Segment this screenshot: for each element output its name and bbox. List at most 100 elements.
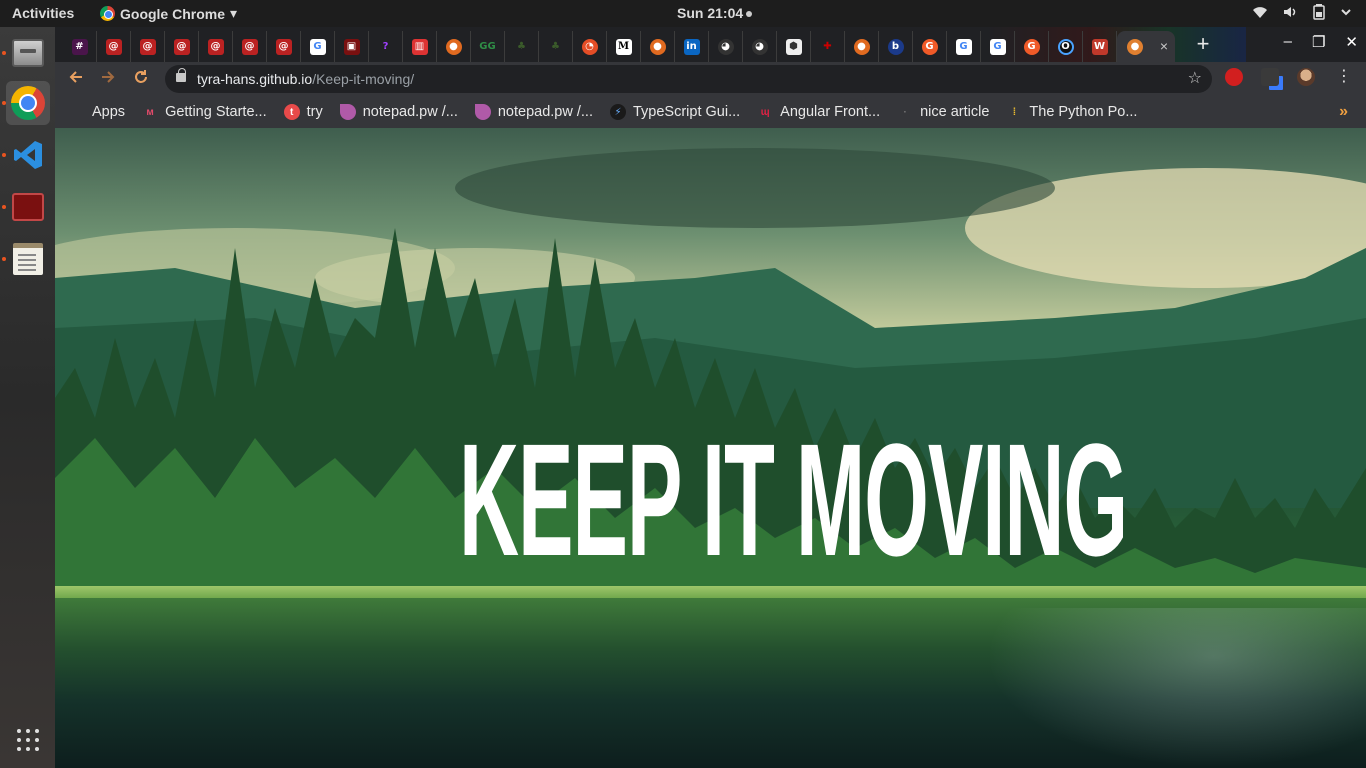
url-path: /Keep-it-moving/ [312,71,415,87]
back-button[interactable] [65,68,87,90]
dock-item-text-editor[interactable] [6,237,50,281]
tab[interactable]: @ [131,31,165,62]
tab[interactable]: ● [437,31,471,62]
tab[interactable]: M [607,31,641,62]
running-indicator [2,153,6,157]
bookmark-item[interactable]: t try [283,104,323,120]
extension-hand-icon[interactable] [1225,68,1243,86]
spiral-icon: @ [207,38,224,55]
tab-active[interactable]: ● × [1117,31,1175,62]
bookmark-item[interactable]: notepad.pw /... [339,104,458,120]
bookmarks-overflow-button[interactable]: » [1339,103,1348,121]
extensions-area [1225,68,1315,86]
chrome-menu-button[interactable]: ⋮ [1336,68,1352,86]
tab-list: # @ @ @ @ @ @ G ▣ ? ▥ ● GG ♣ ♣ ◔ M ● in … [63,31,1175,62]
tab[interactable]: ◔ [573,31,607,62]
dock-item-chrome[interactable] [6,81,50,125]
minimize-button[interactable]: ‒ [1284,33,1292,51]
show-applications-button[interactable] [6,718,50,762]
spiral-icon: @ [105,38,122,55]
text-editor-icon [13,243,43,275]
file-cabinet-icon [12,39,44,67]
tab[interactable]: @ [267,31,301,62]
address-bar[interactable]: tyra-hans.github.io/Keep-it-moving/ ☆ [165,65,1212,93]
hero-title: KEEP IT MOVING [459,410,1128,589]
google-icon: G [989,38,1006,55]
bookmark-item[interactable]: ⚡ TypeScript Gui... [609,104,740,120]
window-controls: ‒ ❐ ✕ [1284,33,1358,51]
system-tray[interactable] [1252,4,1352,20]
tab[interactable]: G [981,31,1015,62]
nx-logo-icon: ᴍ [146,106,154,118]
tab[interactable]: ? [369,31,403,62]
tab[interactable]: ◕ [709,31,743,62]
tab[interactable]: @ [97,31,131,62]
slack-icon: # [71,38,88,55]
tab[interactable]: GG [471,31,505,62]
globe-icon: ● [853,38,870,55]
bookmark-item[interactable]: ⁞ The Python Po... [1006,104,1138,120]
tab[interactable]: G [913,31,947,62]
dock-item-vscode[interactable] [6,133,50,177]
globe-icon: ● [649,38,666,55]
tab[interactable]: in [675,31,709,62]
running-indicator [2,205,6,209]
spiral-icon: @ [241,38,258,55]
tab[interactable]: G [301,31,335,62]
bookmark-item[interactable]: · nice article [897,104,989,120]
bookmark-item[interactable]: notepad.pw /... [474,104,593,120]
volume-icon [1284,7,1296,17]
compass-icon: ◔ [581,38,598,55]
tab[interactable]: W [1083,31,1117,62]
app-grid-icon [17,729,39,751]
google-icon: G [309,38,326,55]
bookmark-label: Apps [92,104,126,120]
bookmarks-bar: Apps ᴍ Getting Starte... t try notepad.p… [55,96,1366,128]
vscode-icon [14,141,42,169]
bookmark-label: notepad.pw /... [497,104,593,120]
bookmark-item[interactable]: ᴍ Getting Starte... [142,104,266,120]
activities-button[interactable]: Activities [12,5,74,21]
tab[interactable]: @ [233,31,267,62]
bookmark-item[interactable]: ɰ Angular Front... [757,104,880,120]
tab[interactable]: ◕ [743,31,777,62]
arrow-right-icon [102,71,115,83]
lake-reflection-image [986,608,1366,768]
linkedin-icon: in [683,38,700,55]
maximize-button[interactable]: ❐ [1312,33,1325,51]
close-icon[interactable]: × [1160,38,1168,54]
tab[interactable]: ● [845,31,879,62]
chrome-icon [11,86,45,120]
bookmark-label: The Python Po... [1029,104,1138,120]
dock-item-files[interactable] [6,31,50,75]
chevron-down-icon: ▾ [230,5,238,21]
tab[interactable]: ● [641,31,675,62]
tab[interactable]: @ [199,31,233,62]
tab[interactable]: b [879,31,913,62]
clock[interactable]: Sun 21:04 [677,5,753,21]
app-menu[interactable]: Google Chrome ▾ [100,5,237,22]
tab[interactable]: ▥ [403,31,437,62]
avatar[interactable] [1297,68,1315,86]
close-window-button[interactable]: ✕ [1345,33,1358,51]
tab[interactable]: @ [165,31,199,62]
extension-color-picker-icon[interactable] [1261,68,1279,86]
cube-icon: ⬢ [785,38,802,55]
tab[interactable]: ▣ [335,31,369,62]
tab[interactable]: G [1015,31,1049,62]
new-tab-button[interactable]: + [1190,32,1216,58]
dock-item-terminal[interactable] [6,185,50,229]
tab[interactable]: ⬢ [777,31,811,62]
tab[interactable]: ✚ [811,31,845,62]
tab[interactable]: ♣ [539,31,573,62]
forward-button[interactable] [97,68,119,90]
gnome-top-bar: Activities Google Chrome ▾ Sun 21:04 [0,0,1366,27]
bookmark-star-icon[interactable]: ☆ [1188,65,1202,93]
tab[interactable]: ♣ [505,31,539,62]
tree-icon: ♣ [551,41,560,52]
tab[interactable]: # [63,31,97,62]
bookmark-apps[interactable]: Apps [69,104,125,120]
tab[interactable]: G [947,31,981,62]
tab[interactable]: O [1049,31,1083,62]
reload-button[interactable] [130,68,152,90]
